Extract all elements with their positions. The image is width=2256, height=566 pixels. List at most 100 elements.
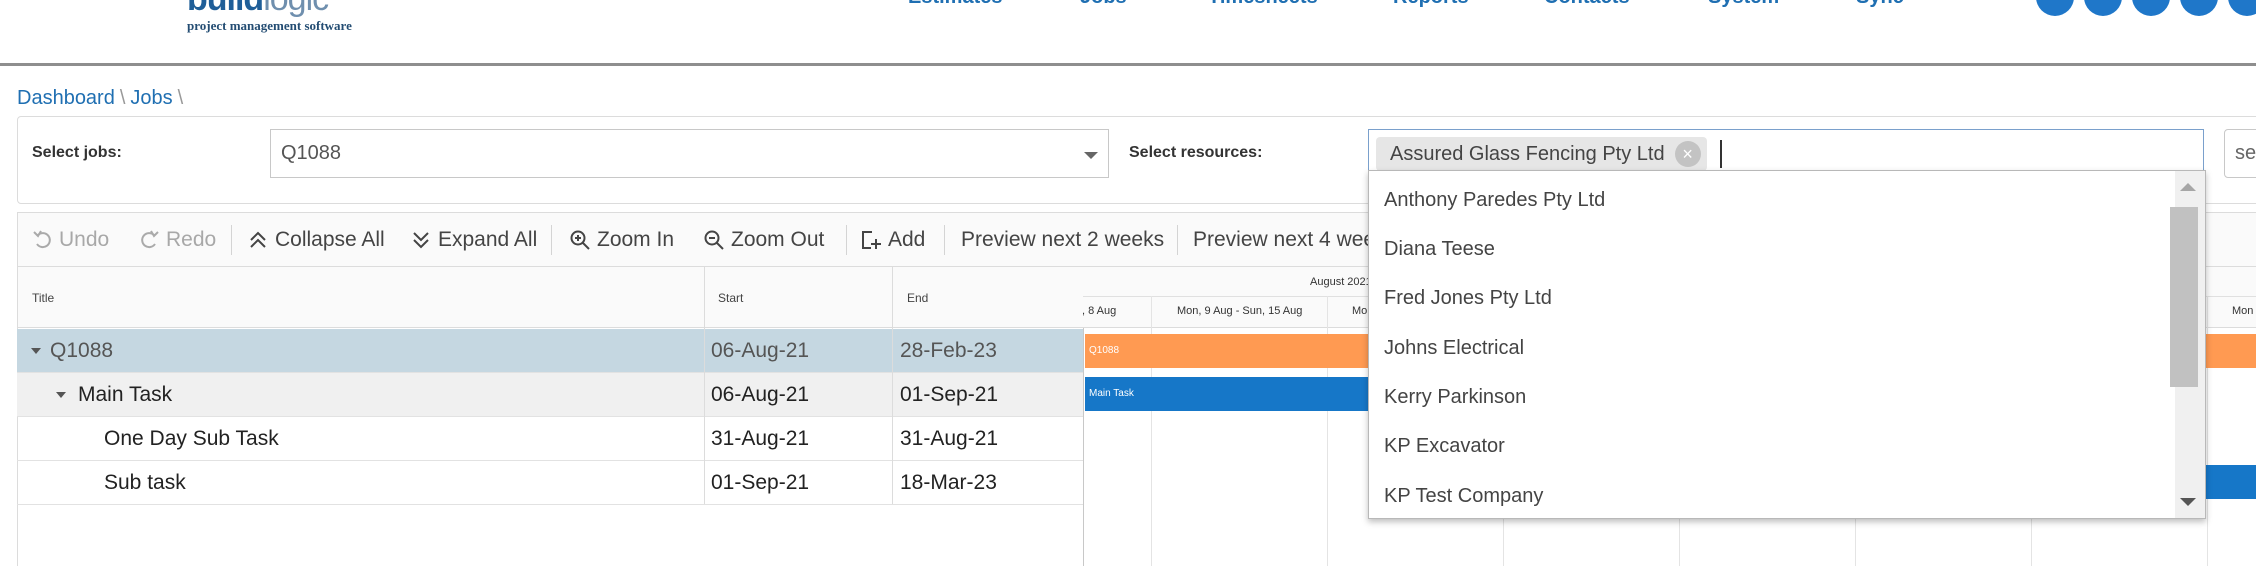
nav-sync[interactable]: Sync — [1856, 0, 1904, 9]
logo-text-light: logic — [263, 0, 329, 18]
zoom-in-button[interactable]: Zoom In — [569, 227, 681, 253]
column-divider[interactable] — [704, 266, 705, 504]
search-button[interactable]: se — [2224, 129, 2256, 178]
dropdown-option[interactable]: Fred Jones Pty Ltd — [1384, 287, 1552, 310]
collapse-all-label: Collapse All — [275, 228, 385, 251]
dropdown-option[interactable]: KP Test Company — [1384, 485, 1543, 508]
task-row[interactable]: One Day Sub Task 31-Aug-21 31-Aug-21 — [17, 417, 1083, 461]
task-start: 06-Aug-21 — [711, 339, 810, 362]
timeline-week: Mon — [2232, 305, 2254, 317]
expand-all-label: Expand All — [438, 228, 538, 251]
scroll-up-icon[interactable] — [2180, 183, 2196, 191]
header-circle-icon[interactable] — [2084, 0, 2122, 16]
logo-text-bold: build — [187, 0, 264, 18]
nav-system[interactable]: System — [1708, 0, 1779, 9]
undo-icon — [33, 230, 51, 249]
task-end: 01-Sep-21 — [900, 383, 999, 406]
toolbar-divider — [231, 225, 232, 255]
redo-label: Redo — [166, 228, 217, 251]
timeline-week: Mo — [1352, 305, 1368, 317]
task-row[interactable]: Sub task 01-Sep-21 18-Mar-23 — [17, 461, 1083, 505]
redo-button[interactable]: Redo — [138, 227, 218, 253]
preview-4-weeks-button[interactable]: Preview next 4 wee — [1193, 227, 1375, 253]
preview-2-weeks-button[interactable]: Preview next 2 weeks — [961, 227, 1164, 253]
timeline-week: Mon, 9 Aug - Sun, 15 Aug — [1177, 305, 1303, 317]
task-end: 18-Mar-23 — [900, 471, 997, 494]
add-label: Add — [888, 228, 926, 251]
task-end: 31-Aug-21 — [900, 427, 999, 450]
task-title: One Day Sub Task — [104, 427, 279, 450]
dropdown-option[interactable]: Anthony Paredes Pty Ltd — [1384, 189, 1605, 212]
column-header-start[interactable]: Start — [718, 291, 743, 305]
zoom-out-button[interactable]: Zoom Out — [703, 227, 829, 253]
add-task-icon — [862, 231, 881, 249]
text-cursor — [1720, 140, 1722, 168]
dropdown-option[interactable]: Johns Electrical — [1384, 337, 1524, 360]
redo-icon — [141, 230, 159, 249]
logo-tagline: project management software — [187, 18, 352, 33]
add-button[interactable]: Add — [860, 227, 930, 253]
task-title: Q1088 — [50, 339, 114, 362]
timeline-week: , 8 Aug — [1082, 305, 1117, 317]
breadcrumb-jobs[interactable]: Jobs — [130, 87, 172, 109]
task-title: Sub task — [104, 471, 186, 494]
zoom-in-icon — [570, 230, 590, 250]
nav-reports[interactable]: Reports — [1393, 0, 1469, 9]
chevron-down-icon[interactable] — [1084, 152, 1098, 159]
header-circle-icon[interactable] — [2228, 0, 2256, 16]
dropdown-option[interactable]: Kerry Parkinson — [1384, 386, 1526, 409]
column-divider[interactable] — [892, 266, 893, 504]
nav-contacts[interactable]: Contacts — [1544, 0, 1630, 9]
dropdown-scrollbar[interactable] — [2170, 171, 2205, 518]
scroll-down-icon[interactable] — [2180, 498, 2196, 506]
collapse-toggle-icon[interactable] — [31, 348, 41, 354]
toolbar-divider — [846, 225, 847, 255]
task-start: 31-Aug-21 — [711, 427, 810, 450]
column-header-end[interactable]: End — [907, 291, 928, 305]
resource-chip-label: Assured Glass Fencing Pty Ltd — [1390, 143, 1665, 165]
zoom-out-label: Zoom Out — [731, 228, 825, 251]
header-circle-icon[interactable] — [2036, 0, 2074, 16]
task-end: 28-Feb-23 — [900, 339, 997, 362]
select-resources-label: Select resources: — [1129, 144, 1263, 161]
breadcrumb-separator: \ — [119, 87, 126, 109]
undo-label: Undo — [59, 228, 110, 251]
dropdown-option[interactable]: KP Excavator — [1384, 435, 1505, 458]
column-header-title[interactable]: Title — [32, 291, 54, 305]
task-start: 06-Aug-21 — [711, 383, 810, 406]
gantt-bar-main-task[interactable]: Main Task — [1085, 377, 1385, 411]
scrollbar-thumb[interactable] — [2170, 207, 2198, 387]
collapse-all-button[interactable]: Collapse All — [247, 227, 387, 253]
expand-all-button[interactable]: Expand All — [410, 227, 538, 253]
zoom-out-icon — [704, 230, 724, 250]
task-row[interactable]: Q1088 06-Aug-21 28-Feb-23 — [17, 329, 1083, 373]
nav-timesheets[interactable]: Timesheets — [1208, 0, 1318, 9]
breadcrumb: Dashboard \ Jobs \ — [17, 87, 188, 110]
timeline-month: August 2021 — [1310, 276, 1372, 288]
collapse-icon — [250, 231, 266, 248]
jobs-select[interactable]: Q1088 — [270, 129, 1109, 178]
dropdown-option[interactable]: Diana Teese — [1384, 238, 1495, 261]
chip-remove-icon[interactable]: × — [1674, 141, 1701, 167]
nav-estimates[interactable]: Estimates — [908, 0, 1003, 9]
resources-dropdown-list: Anthony Paredes Pty Ltd Diana Teese Fred… — [1368, 170, 2206, 519]
nav-jobs[interactable]: Jobs — [1080, 0, 1127, 9]
breadcrumb-separator: \ — [177, 87, 184, 109]
header-circle-icon[interactable] — [2132, 0, 2170, 16]
jobs-select-value: Q1088 — [281, 142, 342, 164]
select-jobs-label: Select jobs: — [32, 144, 122, 161]
resource-chip: Assured Glass Fencing Pty Ltd × — [1376, 137, 1707, 171]
collapse-toggle-icon[interactable] — [56, 392, 66, 398]
zoom-in-label: Zoom In — [597, 228, 675, 251]
toolbar-divider — [1177, 225, 1178, 255]
top-header: buildlogic project management software E… — [0, 0, 2256, 66]
undo-button[interactable]: Undo — [32, 227, 116, 253]
expand-icon — [413, 232, 429, 249]
task-title: Main Task — [78, 383, 173, 406]
header-circle-icon[interactable] — [2180, 0, 2218, 16]
task-start: 01-Sep-21 — [711, 471, 810, 494]
toolbar-divider — [944, 225, 945, 255]
app-logo[interactable]: buildlogic project management software — [187, 0, 352, 34]
breadcrumb-dashboard[interactable]: Dashboard — [17, 87, 115, 109]
task-row[interactable]: Main Task 06-Aug-21 01-Sep-21 — [17, 373, 1083, 417]
